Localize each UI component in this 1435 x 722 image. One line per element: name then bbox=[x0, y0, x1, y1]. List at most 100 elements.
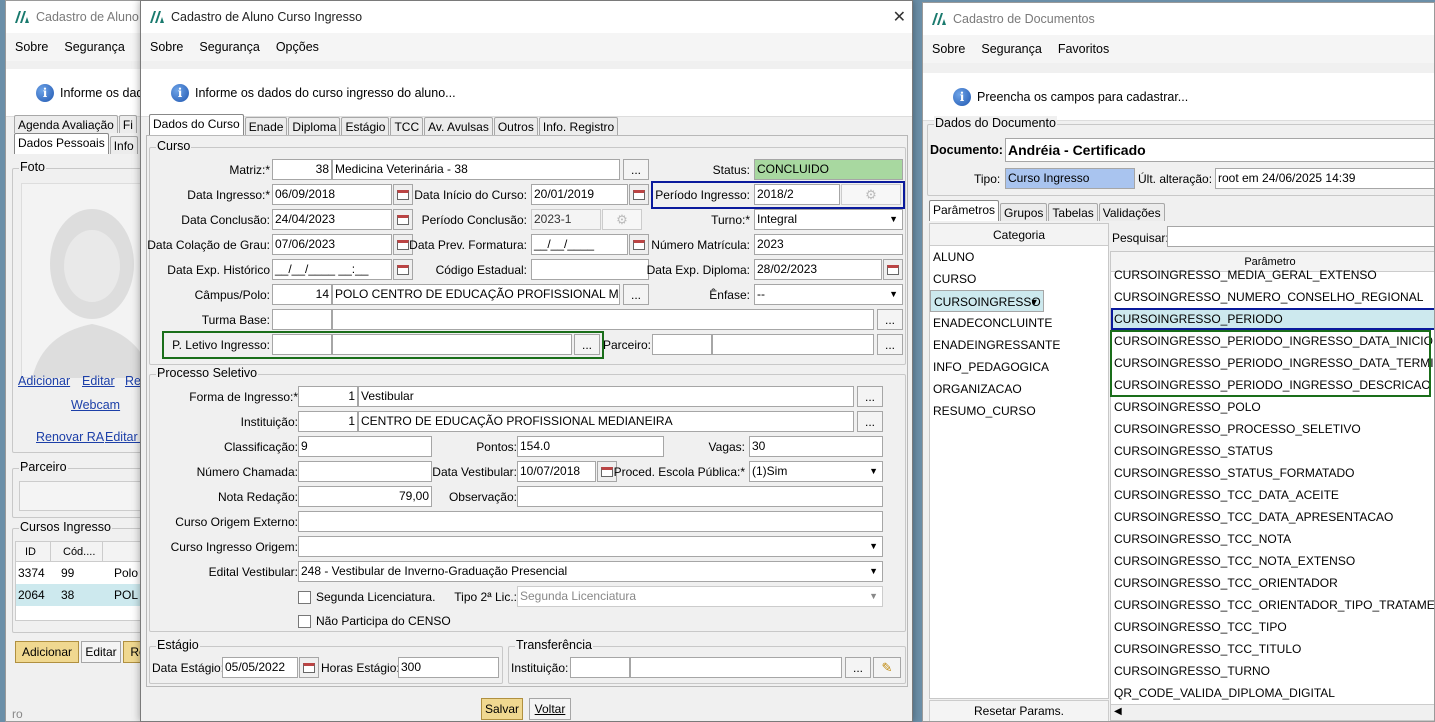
tab-outros[interactable]: Outros bbox=[493, 117, 538, 135]
data-exp-diploma-calendar-button[interactable] bbox=[883, 259, 903, 280]
data-colacao-field[interactable]: 07/06/2023 bbox=[272, 234, 392, 255]
parametro-item[interactable]: CURSOINGRESSO_TCC_NOTA_EXTENSO bbox=[1111, 550, 1434, 572]
menu-sobre[interactable]: Sobre bbox=[141, 40, 191, 54]
parametro-item[interactable]: CURSOINGRESSO_STATUS_FORMATADO bbox=[1111, 462, 1434, 484]
menu-sobre[interactable]: Sobre bbox=[6, 40, 56, 54]
data-estagio-calendar-button[interactable] bbox=[299, 657, 319, 678]
tab-info-registro[interactable]: Info. Registro bbox=[538, 117, 619, 135]
parametro-item[interactable]: CURSOINGRESSO_STATUS bbox=[1111, 440, 1434, 462]
numero-matricula-field[interactable]: 2023 bbox=[754, 234, 903, 255]
matriz-lookup-button[interactable]: ... bbox=[623, 159, 649, 180]
documento-field[interactable]: Andréia - Certificado bbox=[1005, 138, 1434, 162]
parametro-item[interactable]: CURSOINGRESSO_TCC_TITULO bbox=[1111, 638, 1434, 660]
data-prev-formatura-calendar-button[interactable] bbox=[629, 234, 649, 255]
categoria-item[interactable]: ENADECONCLUINTE bbox=[930, 312, 1108, 334]
renovar-ra-link[interactable]: Renovar RA bbox=[36, 430, 104, 444]
data-exp-diploma-field[interactable]: 28/02/2023 bbox=[754, 259, 882, 280]
categoria-item[interactable]: CURSOINGRESSO bbox=[930, 290, 1044, 313]
parametro-item[interactable]: CURSOINGRESSO_TCC_DATA_ACEITE bbox=[1111, 484, 1434, 506]
data-prev-formatura-field[interactable]: __/__/____ bbox=[531, 234, 628, 255]
parametro-item[interactable]: CURSOINGRESSO_TCC_NOTA bbox=[1111, 528, 1434, 550]
parceiro-lookup-button[interactable]: ... bbox=[877, 334, 903, 355]
ult-alteracao-field[interactable]: root em 24/06/2025 14:39 bbox=[1215, 168, 1434, 189]
table-row[interactable]: 2064 38 POL bbox=[16, 584, 154, 606]
tipo-2-lic-select[interactable]: Segunda Licenciatura bbox=[517, 586, 883, 607]
tab-dados-pessoais[interactable]: Dados Pessoais bbox=[14, 133, 109, 154]
transferencia-name-field[interactable] bbox=[630, 657, 842, 678]
scroll-left-icon[interactable]: ◀ bbox=[1114, 706, 1122, 717]
tab-grupos[interactable]: Grupos bbox=[1000, 203, 1048, 221]
editar-i-link[interactable]: Editar I bbox=[105, 430, 145, 444]
forma-ingresso-name-field[interactable]: Vestibular bbox=[358, 386, 854, 407]
edital-vestibular-select[interactable]: 248 - Vestibular de Inverno-Graduação Pr… bbox=[298, 561, 883, 582]
tab-agenda-avaliacao[interactable]: Agenda Avaliação bbox=[14, 115, 118, 133]
turno-select[interactable]: Integral bbox=[754, 209, 903, 230]
campus-name-field[interactable]: POLO CENTRO DE EDUCAÇÃO PROFISSIONAL MED… bbox=[332, 284, 620, 305]
periodo-conclusao-gear-button[interactable]: ⚙ bbox=[602, 209, 642, 230]
parametro-item[interactable]: CURSOINGRESSO_TCC_ORIENTADOR bbox=[1111, 572, 1434, 594]
tab-parametros[interactable]: Parâmetros bbox=[929, 200, 1000, 221]
matriz-name-field[interactable]: Medicina Veterinária - 38 bbox=[332, 159, 620, 180]
menu-favoritos[interactable]: Favoritos bbox=[1050, 42, 1117, 56]
tab-fi[interactable]: Fi bbox=[118, 115, 137, 133]
data-conclusao-calendar-button[interactable] bbox=[393, 209, 413, 230]
menu-sobre[interactable]: Sobre bbox=[923, 42, 973, 56]
curso-origem-externo-field[interactable] bbox=[298, 511, 883, 532]
parametro-item[interactable]: QR_CODE_VALIDA_DIPLOMA_DIGITAL bbox=[1111, 682, 1434, 704]
close-icon[interactable]: ✕ bbox=[893, 7, 906, 27]
categoria-item[interactable]: ALUNO bbox=[930, 246, 1108, 268]
parametro-item[interactable]: CURSOINGRESSO_PROCESSO_SELETIVO bbox=[1111, 418, 1434, 440]
menu-seguranca[interactable]: Segurança bbox=[973, 42, 1049, 56]
nota-redacao-field[interactable]: 79,00 bbox=[298, 486, 432, 507]
campus-lookup-button[interactable]: ... bbox=[623, 284, 649, 305]
instituicao-name-field[interactable]: CENTRO DE EDUCAÇÃO PROFISSIONAL MEDIANEI… bbox=[358, 411, 854, 432]
forma-ingresso-lookup-button[interactable]: ... bbox=[857, 386, 883, 407]
horas-estagio-field[interactable]: 300 bbox=[398, 657, 499, 678]
tab-tabelas[interactable]: Tabelas bbox=[1048, 203, 1098, 221]
periodo-conclusao-field[interactable]: 2023-1 bbox=[531, 209, 601, 230]
editar-button[interactable]: Editar bbox=[81, 641, 121, 663]
vagas-field[interactable]: 30 bbox=[749, 436, 883, 457]
adicionar-button[interactable]: Adicionar bbox=[15, 641, 79, 663]
parametro-item[interactable]: CURSOINGRESSO_NUMERO_CONSELHO_REGIONAL bbox=[1111, 286, 1434, 308]
categoria-item[interactable]: ENADEINGRESSANTE bbox=[930, 334, 1108, 356]
segunda-licenciatura-checkbox[interactable] bbox=[298, 591, 311, 604]
table-row[interactable]: 3374 99 Polo bbox=[16, 562, 154, 584]
parametro-item[interactable]: CURSOINGRESSO_POLO bbox=[1111, 396, 1434, 418]
data-vestibular-field[interactable]: 10/07/2018 bbox=[517, 461, 596, 482]
resetar-params-button[interactable]: Resetar Params. bbox=[929, 700, 1109, 721]
observacao-field[interactable] bbox=[517, 486, 883, 507]
enfase-select[interactable]: -- bbox=[754, 284, 903, 305]
tab-dados-do-curso[interactable]: Dados do Curso bbox=[149, 114, 244, 135]
parametro-item[interactable]: CURSOINGRESSO_MEDIA_GERAL_EXTENSO bbox=[1111, 264, 1434, 286]
data-exp-historico-calendar-button[interactable] bbox=[393, 259, 413, 280]
categoria-item[interactable]: ORGANIZACAO bbox=[930, 378, 1108, 400]
data-ingresso-calendar-button[interactable] bbox=[393, 184, 413, 205]
tab-av-avulsas[interactable]: Av. Avulsas bbox=[424, 117, 493, 135]
campus-code-field[interactable]: 14 bbox=[272, 284, 332, 305]
data-estagio-field[interactable]: 05/05/2022 bbox=[222, 657, 298, 678]
transferencia-lookup-button[interactable]: ... bbox=[845, 657, 871, 678]
tab-info[interactable]: Info bbox=[109, 136, 138, 154]
menu-seguranca[interactable]: Segurança bbox=[191, 40, 267, 54]
codigo-estadual-field[interactable] bbox=[531, 259, 649, 280]
curso-ingresso-origem-select[interactable] bbox=[298, 536, 883, 557]
transferencia-edit-button[interactable]: ✎ bbox=[873, 657, 901, 678]
data-inicio-calendar-button[interactable] bbox=[629, 184, 649, 205]
matriz-code-field[interactable]: 38 bbox=[272, 159, 332, 180]
transferencia-code-field[interactable] bbox=[570, 657, 630, 678]
classificacao-field[interactable]: 9 bbox=[298, 436, 432, 457]
categoria-item[interactable]: CURSO bbox=[930, 268, 1108, 290]
col-id[interactable]: ID bbox=[16, 542, 51, 561]
instituicao-code-field[interactable]: 1 bbox=[298, 411, 358, 432]
instituicao-lookup-button[interactable]: ... bbox=[857, 411, 883, 432]
tab-tcc[interactable]: TCC bbox=[390, 117, 424, 135]
parametro-item[interactable]: CURSOINGRESSO_PERIODO bbox=[1111, 308, 1434, 330]
parceiro-name-field[interactable] bbox=[712, 334, 874, 355]
data-conclusao-field[interactable]: 24/04/2023 bbox=[272, 209, 392, 230]
turma-base-name-field[interactable] bbox=[332, 309, 874, 330]
categoria-item[interactable]: RESUMO_CURSO bbox=[930, 400, 1108, 422]
parametro-item[interactable]: CURSOINGRESSO_TCC_TIPO bbox=[1111, 616, 1434, 638]
data-exp-historico-field[interactable]: __/__/____ __:__ bbox=[272, 259, 392, 280]
tipo-field[interactable]: Curso Ingresso bbox=[1005, 168, 1135, 189]
